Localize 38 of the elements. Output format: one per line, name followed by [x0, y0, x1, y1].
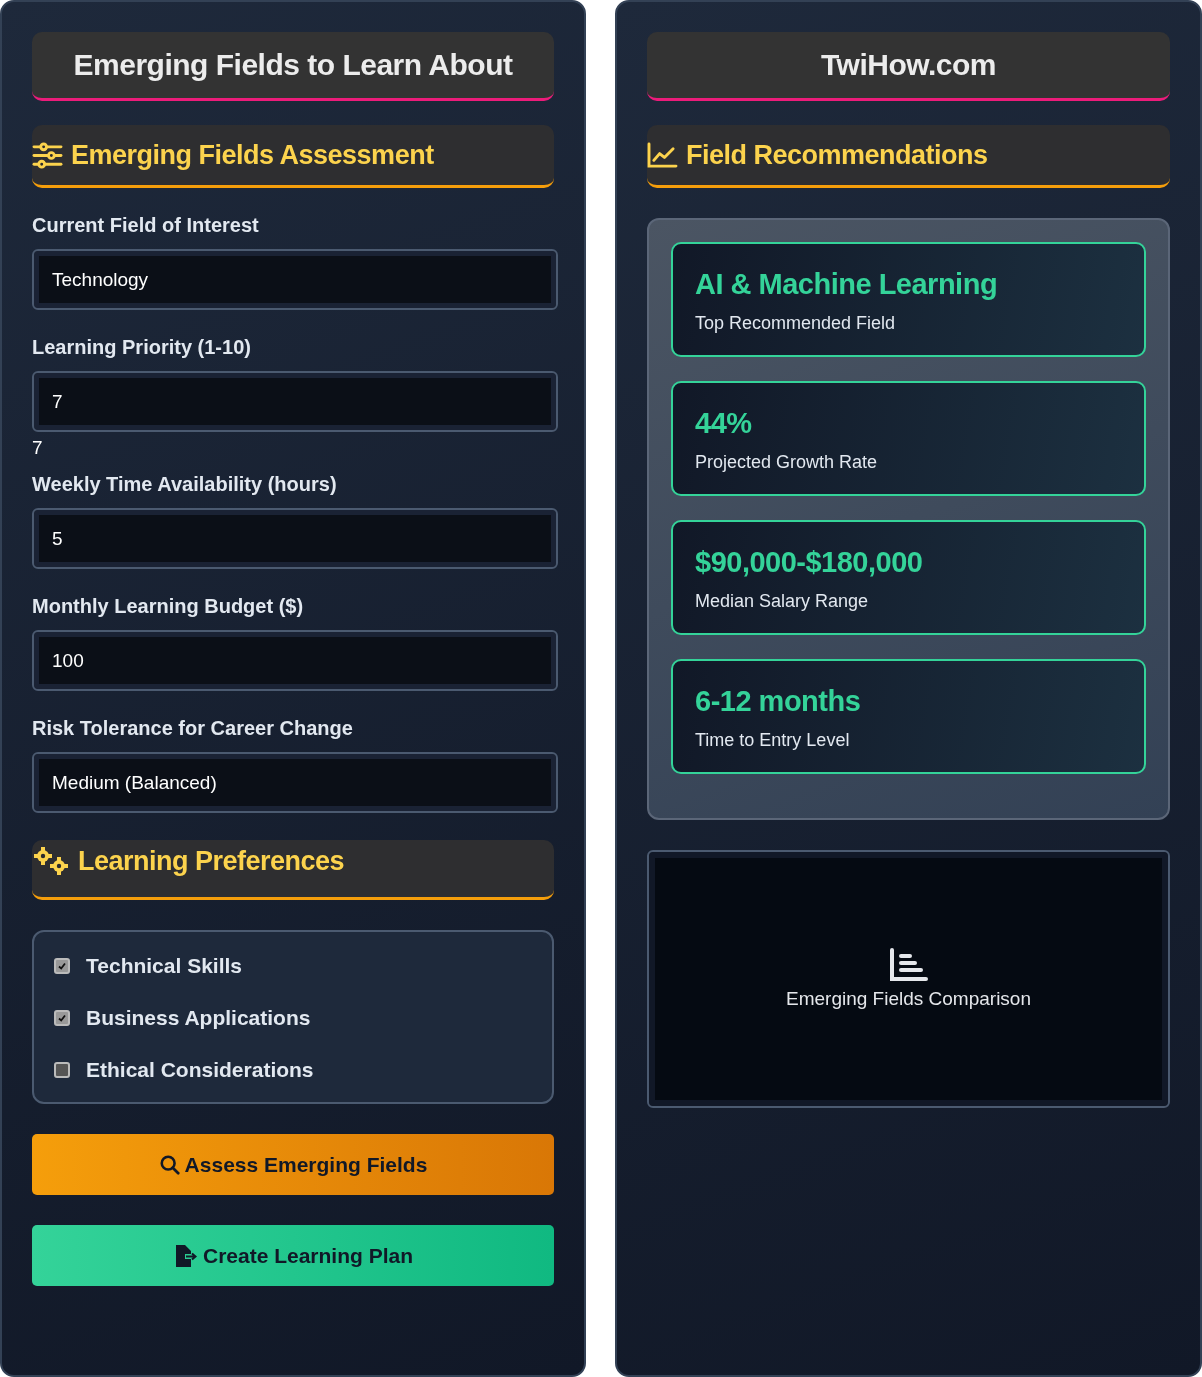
checkbox[interactable]	[54, 958, 70, 974]
stat-value: $90,000-$180,000	[695, 546, 924, 579]
field-label: Current Field of Interest	[32, 214, 260, 237]
stat-value: AI & Machine Learning	[695, 268, 999, 301]
bar-chart-icon	[888, 948, 929, 982]
section-title: Field Recommendations	[686, 139, 988, 171]
field-label: Learning Priority (1-10)	[32, 336, 252, 359]
page-title: Emerging Fields to Learn About	[73, 48, 513, 82]
checkbox[interactable]	[54, 1010, 70, 1026]
chart-label: Emerging Fields Comparison	[786, 988, 1031, 1010]
section-title: Emerging Fields Assessment	[71, 139, 434, 171]
stat-caption: Median Salary Range	[695, 591, 870, 612]
value-reading: 7	[32, 437, 44, 459]
stat-caption: Projected Growth Rate	[695, 452, 879, 473]
search-icon	[158, 1153, 181, 1176]
site-title: TwiHow.com	[821, 48, 996, 82]
check-icon	[57, 1013, 67, 1023]
field-label: Monthly Learning Budget ($)	[32, 595, 305, 618]
checkbox-label: Ethical Considerations	[86, 1058, 314, 1082]
input-field[interactable]: 100	[32, 630, 558, 691]
input-field[interactable]: Medium (Balanced)	[32, 752, 558, 813]
stat-value: 6-12 months	[695, 685, 862, 718]
create-plan-button[interactable]: Create Learning Plan	[32, 1225, 554, 1286]
stat-caption: Time to Entry Level	[695, 730, 851, 751]
checkbox-label: Technical Skills	[86, 954, 242, 978]
input-field[interactable]: Technology	[32, 249, 558, 310]
section-title: Learning Preferences	[78, 846, 345, 877]
checkbox[interactable]	[54, 1062, 70, 1078]
field-label: Risk Tolerance for Career Change	[32, 717, 354, 740]
check-icon	[57, 961, 67, 971]
stat-value: 44%	[695, 407, 753, 440]
assess-button[interactable]: Assess Emerging Fields	[32, 1134, 554, 1195]
stat-caption: Top Recommended Field	[695, 313, 897, 334]
field-label: Weekly Time Availability (hours)	[32, 473, 338, 496]
input-field[interactable]: 7	[32, 371, 558, 432]
checkbox-label: Business Applications	[86, 1006, 311, 1030]
input-field[interactable]: 5	[32, 508, 558, 569]
line-chart-icon	[647, 141, 678, 169]
